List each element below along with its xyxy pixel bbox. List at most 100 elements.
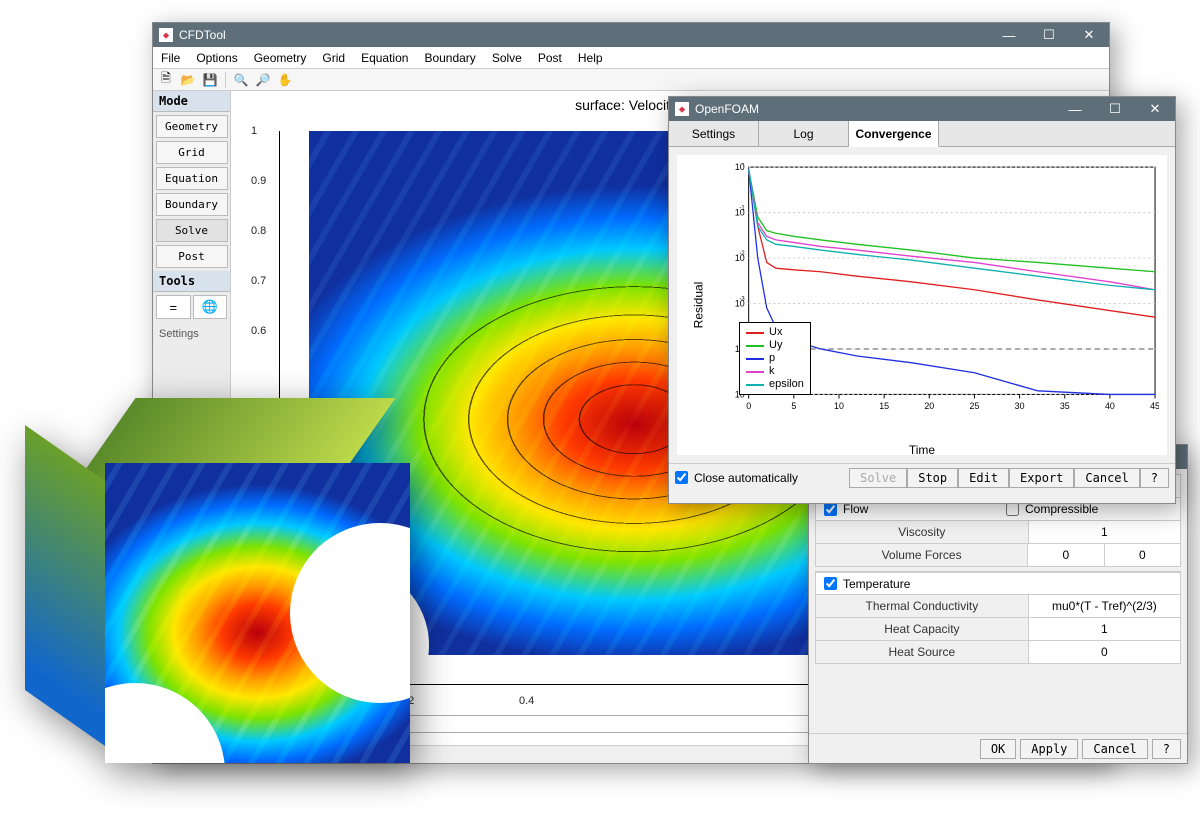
mode-post-button[interactable]: Post	[156, 245, 228, 268]
main-maximize-button[interactable]: ☐	[1029, 23, 1069, 47]
foam-solve-button[interactable]: Solve	[849, 468, 907, 488]
main-minimize-button[interactable]: —	[989, 23, 1029, 47]
props-footer: OKApplyCancel?	[809, 733, 1187, 763]
mode-solve-button[interactable]: Solve	[156, 219, 228, 242]
foam-tab-settings[interactable]: Settings	[669, 121, 759, 146]
foam-title: OpenFOAM	[695, 102, 759, 116]
main-ytick: 1	[251, 125, 257, 137]
prop-viscosity-label: Viscosity	[816, 525, 1028, 539]
legend-item-Ux: Ux	[746, 326, 804, 339]
foam-tab-bar: SettingsLogConvergence	[669, 121, 1175, 147]
prop-thermalcond-label: Thermal Conductivity	[816, 599, 1028, 613]
svg-text:15: 15	[879, 401, 889, 411]
prop-heatsrc-value[interactable]: 0	[1028, 641, 1180, 663]
prop-volumeforces-label: Volume Forces	[816, 548, 1027, 562]
foam-help-button[interactable]: ?	[1140, 468, 1169, 488]
foam-minimize-button[interactable]: —	[1055, 97, 1095, 121]
mode-geometry-button[interactable]: Geometry	[156, 115, 228, 138]
app-icon: ⬥	[159, 28, 173, 42]
svg-text:-1: -1	[739, 205, 745, 211]
mode-header: Mode	[153, 91, 230, 112]
props-cancel-button[interactable]: Cancel	[1082, 739, 1147, 759]
foam-tab-convergence[interactable]: Convergence	[849, 121, 939, 147]
tools-header: Tools	[153, 271, 230, 292]
tool-globe-button[interactable]: 🌐	[193, 295, 228, 319]
svg-text:-3: -3	[739, 296, 745, 302]
mode-grid-button[interactable]: Grid	[156, 141, 228, 164]
foam-footer: Close automatically SolveStopEditExportC…	[669, 463, 1175, 491]
props-body: Density1.225 Flow Compressible Viscosity…	[809, 469, 1187, 733]
main-ytick: 0.6	[251, 325, 266, 337]
main-title: CFDTool	[179, 28, 226, 42]
main-ytick: 0.8	[251, 225, 266, 237]
pan-icon[interactable]: ✋	[276, 71, 294, 89]
tool-equals-button[interactable]: =	[156, 295, 191, 319]
mode-boundary-button[interactable]: Boundary	[156, 193, 228, 216]
foam-maximize-button[interactable]: ☐	[1095, 97, 1135, 121]
main-ytick: 0.7	[251, 275, 266, 287]
menu-grid[interactable]: Grid	[314, 49, 353, 67]
zoom-out-icon[interactable]: 🔎	[254, 71, 272, 89]
menu-solve[interactable]: Solve	[484, 49, 530, 67]
prop-heatcap-label: Heat Capacity	[816, 622, 1028, 636]
flow-check-input[interactable]	[824, 503, 837, 516]
menu-file[interactable]: File	[153, 49, 188, 67]
settings-link[interactable]: Settings	[153, 322, 230, 346]
main-toolbar: 🗎 📂 💾 🔍 🔎 ✋	[153, 69, 1109, 91]
props-ok-button[interactable]: OK	[980, 739, 1016, 759]
svg-text:30: 30	[1015, 401, 1025, 411]
zoom-in-icon[interactable]: 🔍	[232, 71, 250, 89]
open-file-icon[interactable]: 📂	[179, 71, 197, 89]
svg-text:20: 20	[924, 401, 934, 411]
temperature-check-input[interactable]	[824, 577, 837, 590]
foam-stop-button[interactable]: Stop	[907, 468, 958, 488]
legend-item-k: k	[746, 365, 804, 378]
main-close-button[interactable]: ✕	[1069, 23, 1109, 47]
foam-cancel-button[interactable]: Cancel	[1074, 468, 1139, 488]
convergence-plot: Residual Time 10-510-410-310-210-1100051…	[677, 155, 1167, 455]
main-ytick: 0.9	[251, 175, 266, 187]
foam-tab-log[interactable]: Log	[759, 121, 849, 146]
foam-app-icon: ⬥	[675, 102, 689, 116]
prop-viscosity-value[interactable]: 1	[1028, 521, 1180, 543]
main-titlebar[interactable]: ⬥ CFDTool — ☐ ✕	[153, 23, 1109, 47]
legend-item-Uy: Uy	[746, 339, 804, 352]
prop-volumeforces-x[interactable]: 0	[1027, 544, 1103, 566]
compressible-check-input[interactable]	[1006, 503, 1019, 516]
menu-equation[interactable]: Equation	[353, 49, 416, 67]
openfoam-window: ⬥ OpenFOAM — ☐ ✕ SettingsLogConvergence …	[668, 96, 1176, 504]
prop-volumeforces-y[interactable]: 0	[1104, 544, 1180, 566]
prop-heatsrc-label: Heat Source	[816, 645, 1028, 659]
foam-close-button[interactable]: ✕	[1135, 97, 1175, 121]
svg-text:40: 40	[1105, 401, 1115, 411]
plot-ylabel: Residual	[691, 282, 705, 329]
svg-text:-2: -2	[739, 251, 745, 257]
menu-boundary[interactable]: Boundary	[416, 49, 483, 67]
svg-text:25: 25	[970, 401, 980, 411]
close-auto-checkbox[interactable]	[675, 471, 688, 484]
menu-post[interactable]: Post	[530, 49, 570, 67]
props-help-button[interactable]: ?	[1152, 739, 1181, 759]
close-auto-label: Close automatically	[694, 471, 798, 485]
menu-help[interactable]: Help	[570, 49, 611, 67]
svg-text:35: 35	[1060, 401, 1070, 411]
prop-thermalcond-value[interactable]: mu0*(T - Tref)^(2/3)	[1028, 595, 1180, 617]
prop-heatcap-value[interactable]: 1	[1028, 618, 1180, 640]
main-menubar: FileOptionsGeometryGridEquationBoundaryS…	[153, 47, 1109, 69]
menu-geometry[interactable]: Geometry	[246, 49, 315, 67]
foam-edit-button[interactable]: Edit	[958, 468, 1009, 488]
svg-text:10: 10	[834, 401, 844, 411]
prop-temperature-checkbox[interactable]: Temperature	[816, 573, 918, 595]
foam-export-button[interactable]: Export	[1009, 468, 1074, 488]
menu-options[interactable]: Options	[188, 49, 245, 67]
mode-equation-button[interactable]: Equation	[156, 167, 228, 190]
props-apply-button[interactable]: Apply	[1020, 739, 1078, 759]
foam-titlebar[interactable]: ⬥ OpenFOAM — ☐ ✕	[669, 97, 1175, 121]
plot-legend: UxUypkepsilon	[739, 322, 811, 395]
legend-item-epsilon: epsilon	[746, 378, 804, 391]
save-file-icon[interactable]: 💾	[201, 71, 219, 89]
new-file-icon[interactable]: 🗎	[157, 71, 175, 89]
legend-item-p: p	[746, 352, 804, 365]
svg-text:0: 0	[746, 401, 751, 411]
svg-text:45: 45	[1150, 401, 1159, 411]
